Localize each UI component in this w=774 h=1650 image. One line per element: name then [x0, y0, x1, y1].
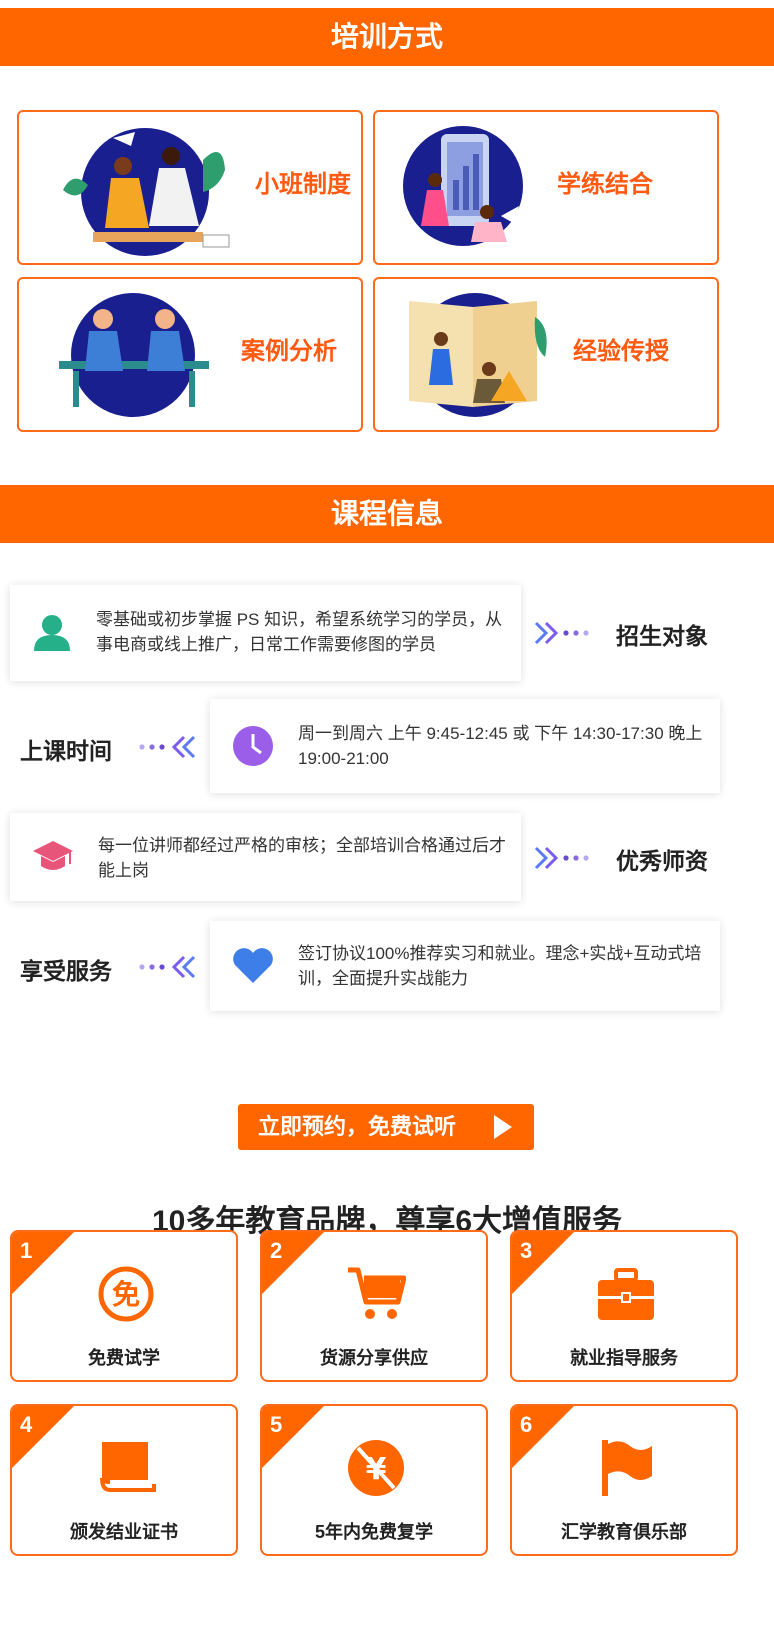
service-card-certificate[interactable]: 4 颁发结业证书	[10, 1404, 238, 1556]
service-number: 1	[20, 1238, 33, 1263]
svg-text:免: 免	[112, 1278, 140, 1311]
training-card-label: 学练结合	[557, 171, 653, 198]
service-number: 6	[520, 1412, 533, 1437]
chevron-right-icon	[534, 846, 589, 870]
training-section-header: 培训方式	[0, 8, 774, 66]
service-card-sourcing[interactable]: 2 货源分享供应	[260, 1230, 488, 1382]
service-card-free-trial[interactable]: 1 免 免费试学	[10, 1230, 238, 1382]
service-label: 汇学教育俱乐部	[561, 1522, 687, 1542]
training-card-label: 经验传授	[573, 338, 669, 365]
service-label: 5年内免费复学	[314, 1522, 433, 1542]
service-number: 4	[20, 1412, 33, 1437]
training-card-case-study[interactable]: 案例分析	[17, 277, 363, 432]
briefcase-icon	[598, 1268, 654, 1320]
info-label: 享受服务	[20, 958, 112, 984]
course-section-header: 课程信息	[0, 485, 774, 543]
info-card-teachers: 每一位讲师都经过严格的审核；全部培训合格通过后才能上岗	[10, 813, 521, 901]
info-card-enrollment: 零基础或初步掌握 PS 知识，希望系统学习的学员，从事电商或线上推广，日常工作需…	[10, 585, 521, 681]
open-book-illustration	[409, 293, 547, 417]
discussion-illustration	[59, 293, 209, 417]
service-label: 免费试学	[88, 1348, 160, 1368]
info-text: 签订协议100%推荐实习和就业。理念+实战+互动式培训，全面提升实战能力	[298, 944, 702, 988]
info-text: 零基础或初步掌握 PS 知识，希望系统学习的学员，从事电商或线上推广，日常工作需…	[96, 610, 503, 654]
course-section-title: 课程信息	[330, 498, 443, 529]
service-number: 2	[270, 1238, 283, 1263]
cta-label: 立即预约，免费试听	[258, 1114, 457, 1139]
chevron-right-icon	[534, 621, 589, 645]
clock-icon	[233, 726, 273, 766]
info-text: 周一到周六 上午 9:45-12:45 或 下午 14:30-17:30 晚上 …	[298, 724, 703, 768]
flag-icon	[602, 1440, 652, 1496]
service-card-free-relearn[interactable]: 5 ¥ 5年内免费复学	[260, 1404, 488, 1556]
service-label: 货源分享供应	[320, 1348, 428, 1368]
book-free-trial-button[interactable]: 立即预约，免费试听	[238, 1104, 534, 1150]
service-label: 就业指导服务	[570, 1348, 678, 1368]
info-label: 上课时间	[20, 738, 112, 764]
service-label: 颁发结业证书	[70, 1522, 178, 1542]
graduation-cap-icon	[33, 841, 73, 870]
chevron-left-icon	[139, 735, 196, 759]
training-card-experience[interactable]: 经验传授	[373, 277, 719, 432]
play-icon	[494, 1115, 512, 1139]
phone-chart-illustration	[403, 126, 523, 246]
service-card-career-guidance[interactable]: 3 就业指导服务	[510, 1230, 738, 1382]
info-card-services: 签订协议100%推荐实习和就业。理念+实战+互动式培训，全面提升实战能力	[210, 921, 720, 1011]
info-text: 每一位讲师都经过严格的审核；全部培训合格通过后才能上岗	[98, 836, 506, 880]
training-section-title: 培训方式	[330, 21, 443, 52]
chevron-left-icon	[139, 955, 196, 979]
certificate-book-icon	[100, 1442, 156, 1492]
info-label: 优秀师资	[616, 848, 708, 874]
shopping-cart-icon	[348, 1267, 406, 1319]
yen-free-icon: ¥	[348, 1440, 404, 1496]
service-number: 5	[270, 1412, 283, 1437]
training-card-label: 小班制度	[255, 171, 351, 198]
person-icon	[34, 615, 70, 651]
heart-icon	[233, 948, 273, 983]
info-card-schedule: 周一到周六 上午 9:45-12:45 或 下午 14:30-17:30 晚上 …	[210, 699, 720, 793]
service-card-club[interactable]: 6 汇学教育俱乐部	[510, 1404, 738, 1556]
training-card-practice[interactable]: 学练结合	[373, 110, 719, 265]
reading-people-illustration	[63, 128, 230, 256]
training-card-small-class[interactable]: 小班制度	[17, 110, 363, 265]
service-number: 3	[520, 1238, 533, 1263]
training-card-label: 案例分析	[241, 338, 337, 365]
info-label: 招生对象	[616, 623, 708, 649]
free-badge-icon: 免	[98, 1266, 154, 1322]
